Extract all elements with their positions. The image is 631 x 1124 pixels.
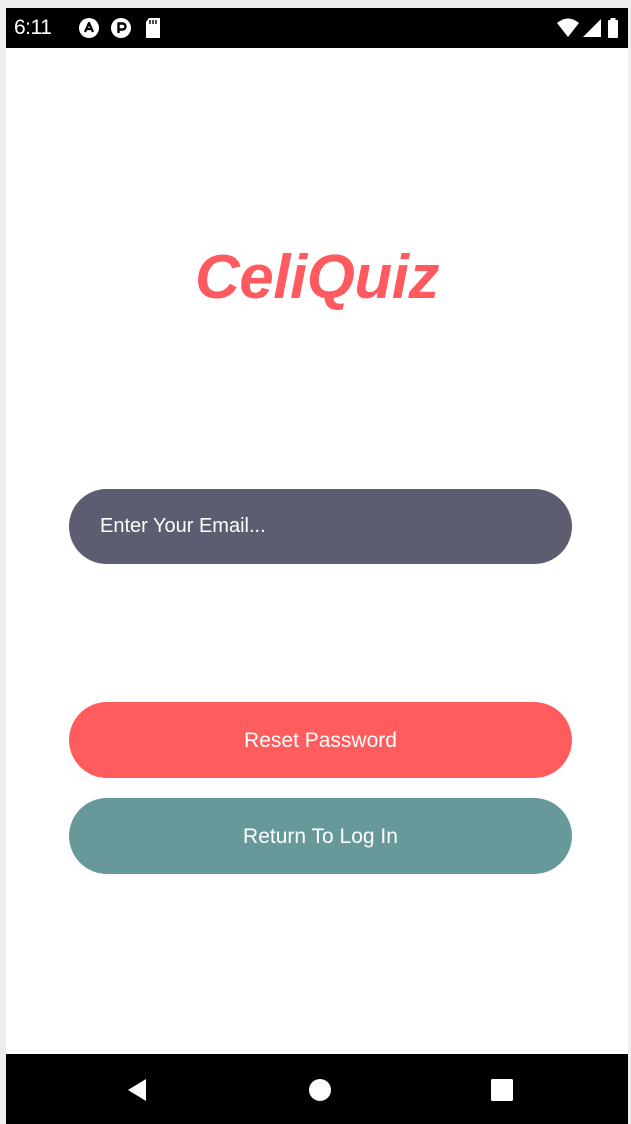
status-time: 6:11 (14, 16, 52, 39)
navigation-bar (6, 1054, 628, 1124)
return-to-login-button[interactable]: Return To Log In (69, 798, 572, 874)
sd-card-icon (144, 17, 162, 39)
notification-p-icon (110, 17, 132, 39)
app-screen: 6:11 CeliQuiz Reset Password Return To L… (6, 8, 628, 1124)
email-input[interactable] (69, 489, 572, 564)
cell-signal-icon (582, 17, 602, 39)
app-logo: CeliQuiz (194, 243, 440, 312)
home-icon[interactable] (306, 1076, 334, 1104)
recents-icon[interactable] (488, 1076, 516, 1104)
status-bar: 6:11 (6, 8, 628, 48)
back-icon[interactable] (124, 1076, 152, 1104)
notification-a-icon (78, 17, 100, 39)
email-field[interactable] (69, 489, 572, 564)
wifi-icon (556, 17, 580, 39)
battery-icon (606, 17, 620, 39)
reset-password-button[interactable]: Reset Password (69, 702, 572, 778)
